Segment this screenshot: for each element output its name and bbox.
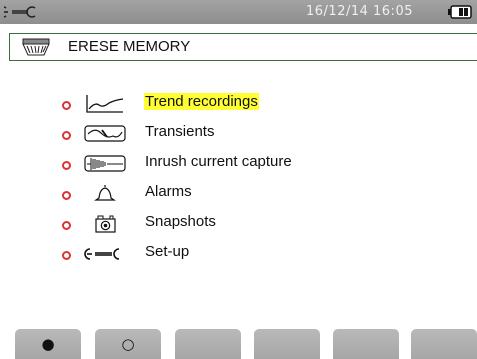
function-key-3[interactable] [175, 329, 241, 359]
function-key-1[interactable]: ● [15, 329, 81, 359]
title-panel: ERESE MEMORY [9, 33, 477, 61]
bell-icon [94, 185, 116, 201]
trend-graph-icon [86, 95, 124, 113]
menu-item-label: Alarms [145, 183, 192, 200]
setup-wrench-icon [84, 248, 120, 260]
bullet-icon [62, 221, 71, 230]
menu-item-trend-recordings[interactable]: Trend recordings [0, 91, 477, 121]
bullet-icon [62, 191, 71, 200]
bullet-icon [62, 161, 71, 170]
filled-circle-icon: ● [41, 335, 55, 353]
menu-item-alarms[interactable]: Alarms [0, 181, 477, 211]
menu-item-label: Transients [145, 123, 215, 140]
datetime-display: 16/12/14 16:05 [306, 4, 413, 19]
function-key-4[interactable] [254, 329, 320, 359]
setup-wrench-icon [4, 6, 36, 18]
battery-icon [448, 5, 472, 19]
camera-icon [95, 215, 116, 233]
menu-item-snapshots[interactable]: Snapshots [0, 211, 477, 241]
bullet-icon [62, 101, 71, 110]
transient-wave-icon [84, 125, 126, 142]
menu-item-label: Inrush current capture [145, 153, 292, 170]
function-key-2[interactable]: ○ [95, 329, 161, 359]
menu-item-label: Snapshots [145, 213, 216, 230]
bullet-icon [62, 251, 71, 260]
status-bar: 16/12/14 16:05 [0, 0, 477, 24]
bullet-icon [62, 131, 71, 140]
menu-item-label: Set-up [145, 243, 190, 260]
menu-item-label: Trend recordings [144, 93, 259, 110]
function-key-5[interactable] [333, 329, 399, 359]
menu-item-transients[interactable]: Transients [0, 121, 477, 151]
page-title: ERESE MEMORY [68, 38, 191, 55]
inrush-signal-icon [84, 155, 126, 172]
eraser-icon [22, 38, 50, 56]
menu-item-inrush-current-capture[interactable]: Inrush current capture [0, 151, 477, 181]
function-key-6[interactable] [411, 329, 477, 359]
empty-circle-icon: ○ [121, 335, 135, 353]
menu-item-set-up[interactable]: Set-up [0, 241, 477, 271]
